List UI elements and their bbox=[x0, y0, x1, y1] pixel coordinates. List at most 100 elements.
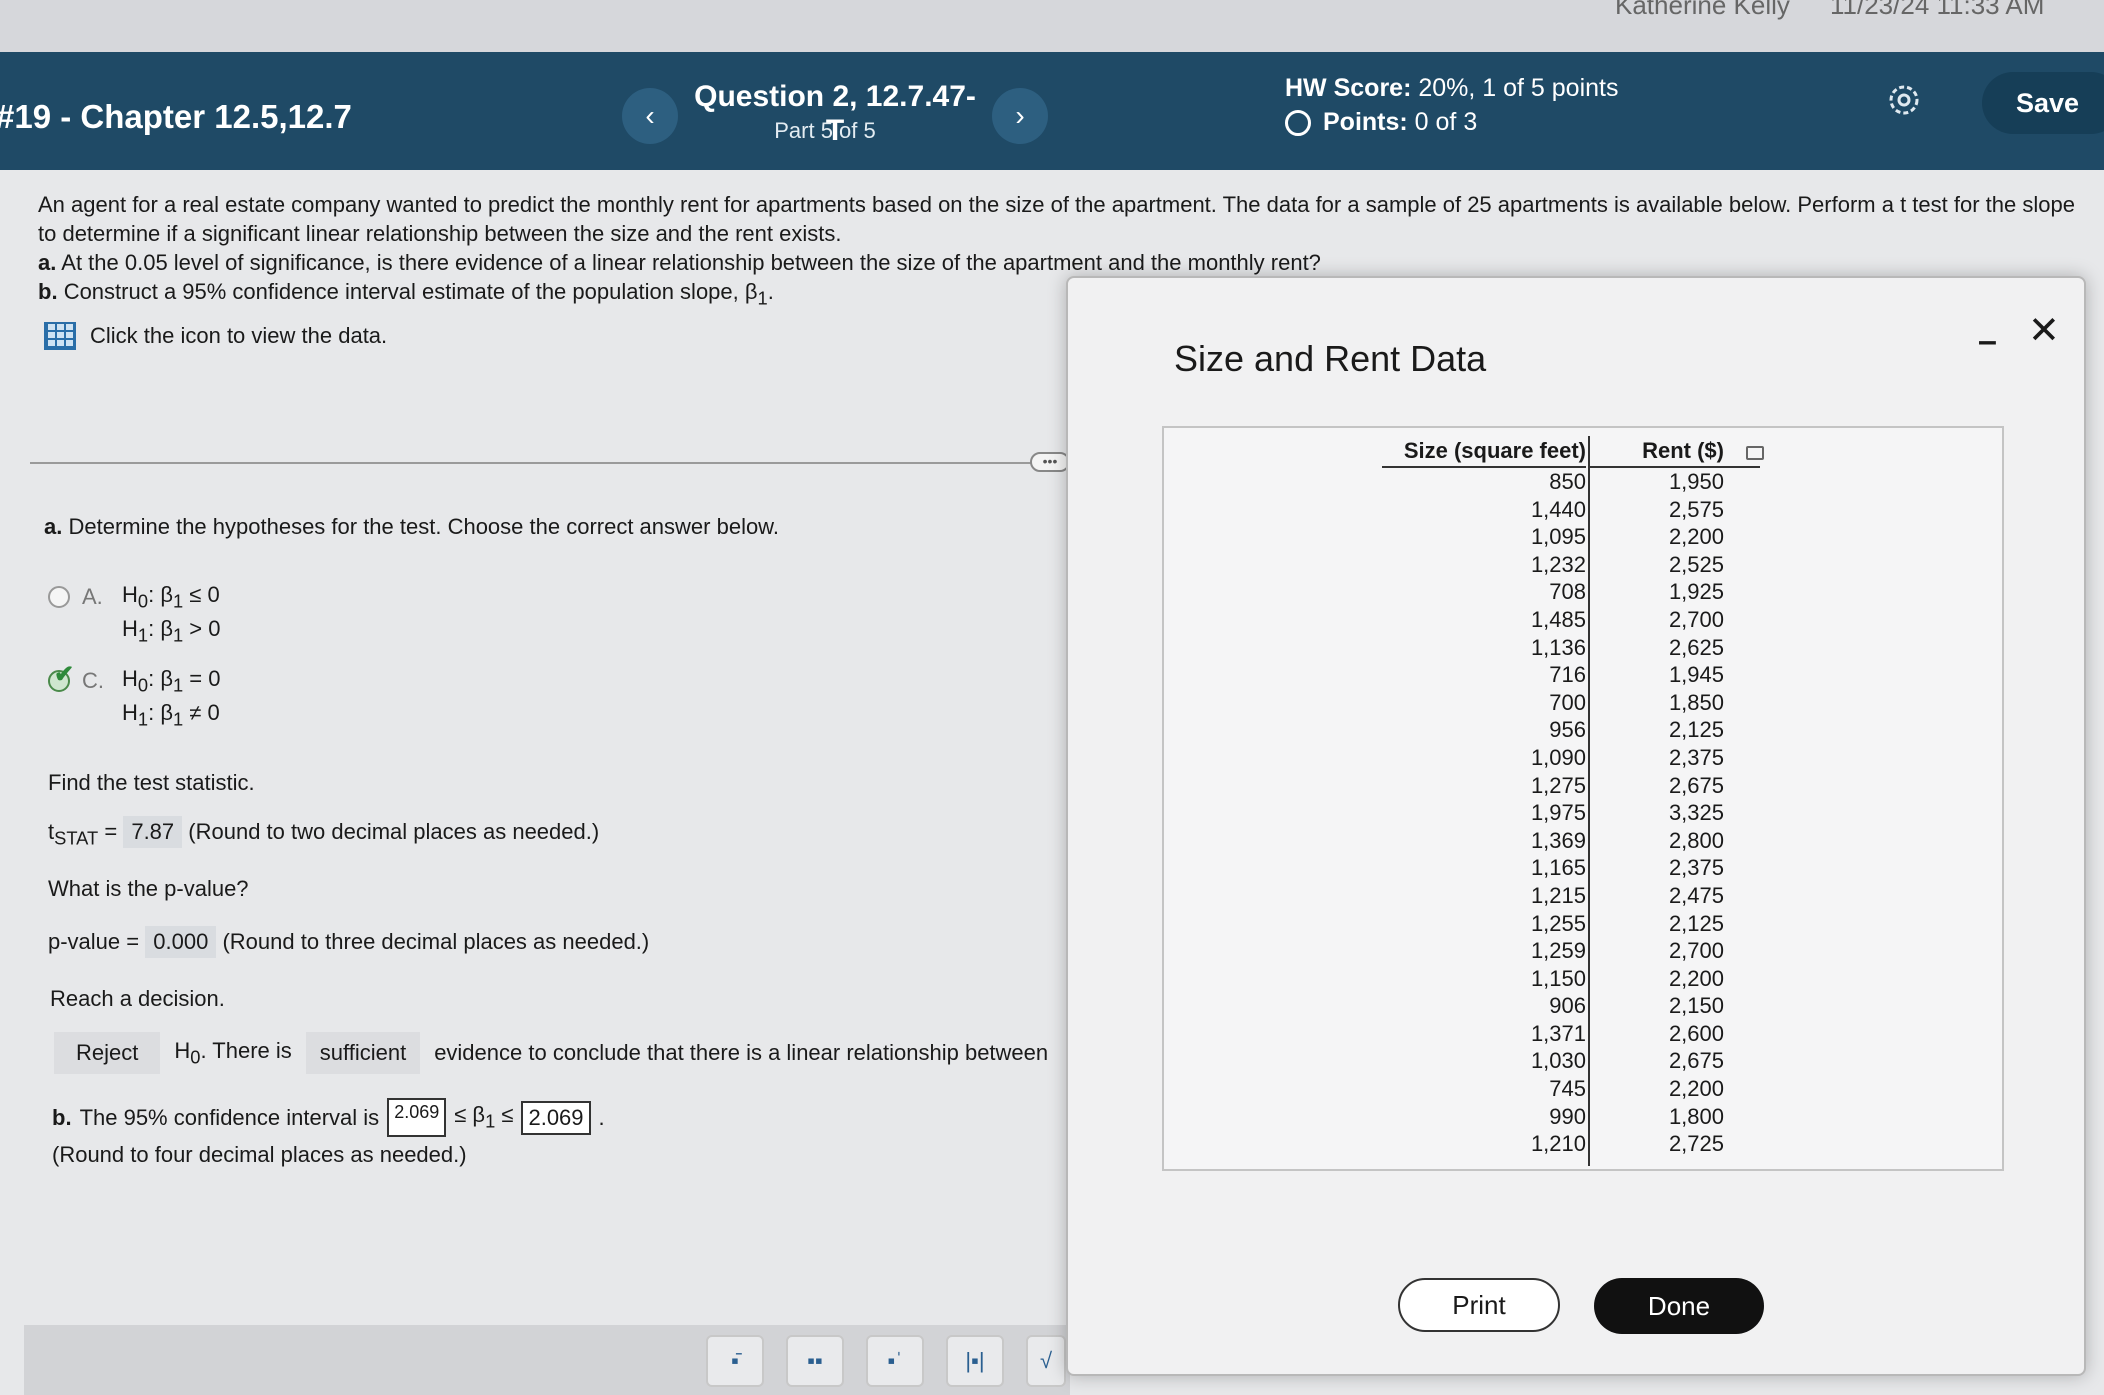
points: Points: 0 of 3 bbox=[1285, 108, 1477, 137]
table-icon[interactable] bbox=[44, 322, 76, 350]
data-popup: Size and Rent Data – ✕ Size (square feet… bbox=[1066, 276, 2086, 1376]
more-options-button[interactable]: ••• bbox=[1030, 452, 1070, 472]
size-column-header: Size (square feet) bbox=[1382, 438, 1586, 468]
part-b-row: b. The 95% confidence interval is 2.069 … bbox=[52, 1098, 605, 1137]
size-cell: 1,232 bbox=[1530, 551, 1586, 577]
rent-column: Rent ($) 1,950 2,575 2,200 2,525 1,925 2,700 2… bbox=[1590, 438, 1760, 1158]
rent-cell: 1,800 bbox=[1668, 1103, 1724, 1129]
t-stat-answer[interactable]: 7.87 bbox=[123, 816, 183, 848]
save-button[interactable]: Save bbox=[1982, 72, 2104, 134]
option-c-h0-relation: = 0 bbox=[183, 666, 221, 691]
size-cell: 700 bbox=[1549, 689, 1586, 715]
problem-a-text: At the 0.05 level of significance, is th… bbox=[61, 250, 1321, 275]
part-a-prompt-text: Determine the hypotheses for the test. C… bbox=[68, 514, 779, 539]
mixed-number-icon[interactable]: ▪▪ bbox=[786, 1335, 844, 1387]
gear-icon[interactable] bbox=[1884, 80, 1924, 120]
previous-question-button[interactable]: ‹ bbox=[622, 88, 678, 144]
t-stat-row: tSTAT = 7.87 (Round to two decimal place… bbox=[48, 816, 599, 849]
option-a-h0[interactable]: H0: β1 ≤ 0 bbox=[122, 582, 220, 612]
next-question-button[interactable]: › bbox=[992, 88, 1048, 144]
rent-cell: 2,675 bbox=[1668, 772, 1724, 798]
decision-prompt: Reach a decision. bbox=[50, 986, 225, 1011]
rent-cell: 2,725 bbox=[1668, 1131, 1724, 1157]
rent-cell: 1,925 bbox=[1668, 579, 1724, 605]
rent-cell: 2,525 bbox=[1668, 551, 1724, 577]
done-button[interactable]: Done bbox=[1594, 1278, 1764, 1334]
ci-beta-symbol: ≤ β bbox=[454, 1102, 486, 1128]
decision-dropdown[interactable]: Reject bbox=[54, 1032, 161, 1074]
rent-cell: 2,200 bbox=[1668, 965, 1724, 991]
absolute-value-icon[interactable]: |▪| bbox=[946, 1335, 1004, 1387]
homework-title: #19 - Chapter 12.5,12.7 bbox=[0, 98, 352, 135]
ci-lower-input[interactable]: 2.069 bbox=[387, 1098, 447, 1137]
math-toolbar: ▪̄ ▪▪ ▪ˈ |▪| √ bbox=[24, 1325, 1070, 1395]
part-a-prompt: a. Determine the hypotheses for the test… bbox=[44, 514, 779, 540]
option-a-letter: A. bbox=[82, 584, 103, 609]
view-data-link[interactable]: Click the icon to view the data. bbox=[44, 322, 387, 350]
size-cell: 906 bbox=[1549, 993, 1586, 1019]
chevron-right-icon: › bbox=[1015, 100, 1025, 131]
sqrt-icon[interactable]: √ bbox=[1026, 1335, 1066, 1387]
checkmark-icon: ✔ bbox=[54, 661, 75, 688]
rent-cell: 2,200 bbox=[1668, 524, 1724, 550]
size-cell: 1,975 bbox=[1530, 800, 1586, 826]
t-stat-note: (Round to two decimal places as needed.) bbox=[188, 819, 600, 844]
part-a-label: a. bbox=[44, 514, 63, 539]
view-data-text: Click the icon to view the data. bbox=[90, 323, 388, 348]
rent-cell: 3,325 bbox=[1668, 800, 1724, 826]
rent-cell: 2,700 bbox=[1668, 606, 1724, 632]
ci-upper-input[interactable]: 2.069 bbox=[521, 1100, 591, 1135]
exponent-icon[interactable]: ▪ˈ bbox=[866, 1335, 924, 1387]
problem-b-text: Construct a 95% confidence interval esti… bbox=[63, 279, 758, 304]
rent-cell: 2,200 bbox=[1668, 1076, 1724, 1102]
size-cell: 1,440 bbox=[1530, 496, 1586, 522]
size-cell: 1,215 bbox=[1530, 882, 1586, 908]
option-a-h1-relation: > 0 bbox=[183, 616, 221, 641]
size-cell: 850 bbox=[1549, 469, 1586, 494]
option-a-radio[interactable] bbox=[48, 586, 70, 608]
hw-score-label: HW Score: bbox=[1285, 74, 1412, 102]
problem-line-2: to determine if a significant linear rel… bbox=[38, 221, 842, 246]
p-value-prompt: What is the p-value? bbox=[48, 876, 249, 901]
rent-cell: 1,945 bbox=[1668, 662, 1724, 688]
rent-cell: 2,125 bbox=[1668, 910, 1724, 936]
rent-cell: 1,850 bbox=[1668, 689, 1724, 715]
copy-icon[interactable] bbox=[1746, 446, 1764, 460]
option-a-h1[interactable]: H1: β1 > 0 bbox=[122, 616, 221, 646]
part-b-text: The 95% confidence interval is bbox=[79, 1104, 380, 1130]
points-value: 0 of 3 bbox=[1414, 108, 1478, 136]
print-button[interactable]: Print bbox=[1398, 1278, 1560, 1332]
size-cell: 716 bbox=[1549, 662, 1586, 688]
rent-cell: 2,700 bbox=[1668, 938, 1724, 964]
size-column: Size (square feet) 850 1,440 1,095 1,232 708… bbox=[1382, 438, 1586, 1158]
size-cell: 1,030 bbox=[1530, 1048, 1586, 1074]
size-cell: 1,371 bbox=[1530, 1020, 1586, 1046]
minimize-icon[interactable]: – bbox=[1978, 322, 1997, 361]
size-cell: 1,259 bbox=[1530, 938, 1586, 964]
ci-le-symbol: ≤ bbox=[495, 1102, 514, 1128]
close-icon[interactable]: ✕ bbox=[2028, 308, 2060, 353]
browser-top-strip: Katherine Kelly 11/23/24 11:33 AM bbox=[0, 0, 2104, 52]
size-cell: 1,369 bbox=[1530, 827, 1586, 853]
rent-cell: 2,150 bbox=[1668, 993, 1724, 1019]
evidence-dropdown[interactable]: sufficient bbox=[305, 1032, 421, 1074]
size-cell: 1,136 bbox=[1530, 634, 1586, 660]
popup-title: Size and Rent Data bbox=[1174, 338, 1487, 379]
chevron-left-icon: ‹ bbox=[645, 100, 655, 131]
p-value-answer[interactable]: 0.000 bbox=[145, 926, 217, 958]
size-cell: 1,090 bbox=[1530, 744, 1586, 770]
part-b-note: (Round to four decimal places as needed.… bbox=[52, 1142, 467, 1167]
size-cell: 1,150 bbox=[1530, 965, 1586, 991]
option-c-h1-relation: ≠ 0 bbox=[183, 700, 220, 725]
fraction-icon[interactable]: ▪̄ bbox=[706, 1335, 764, 1387]
question-part: Part 5 of 5 bbox=[774, 118, 876, 143]
size-cell: 990 bbox=[1549, 1103, 1586, 1129]
hw-score: HW Score: 20%, 1 of 5 points bbox=[1285, 74, 1619, 103]
p-value-label: p-value = bbox=[48, 929, 140, 954]
data-table: Size (square feet) 850 1,440 1,095 1,232 708… bbox=[1162, 426, 2004, 1171]
option-c-h1[interactable]: H1: β1 ≠ 0 bbox=[122, 700, 220, 730]
option-c-h0[interactable]: H0: β1 = 0 bbox=[122, 666, 221, 696]
ci-middle: ≤ β1 ≤ bbox=[454, 1102, 514, 1132]
problem-b-label: b. bbox=[38, 279, 58, 304]
option-a-h0-relation: ≤ 0 bbox=[183, 582, 220, 607]
